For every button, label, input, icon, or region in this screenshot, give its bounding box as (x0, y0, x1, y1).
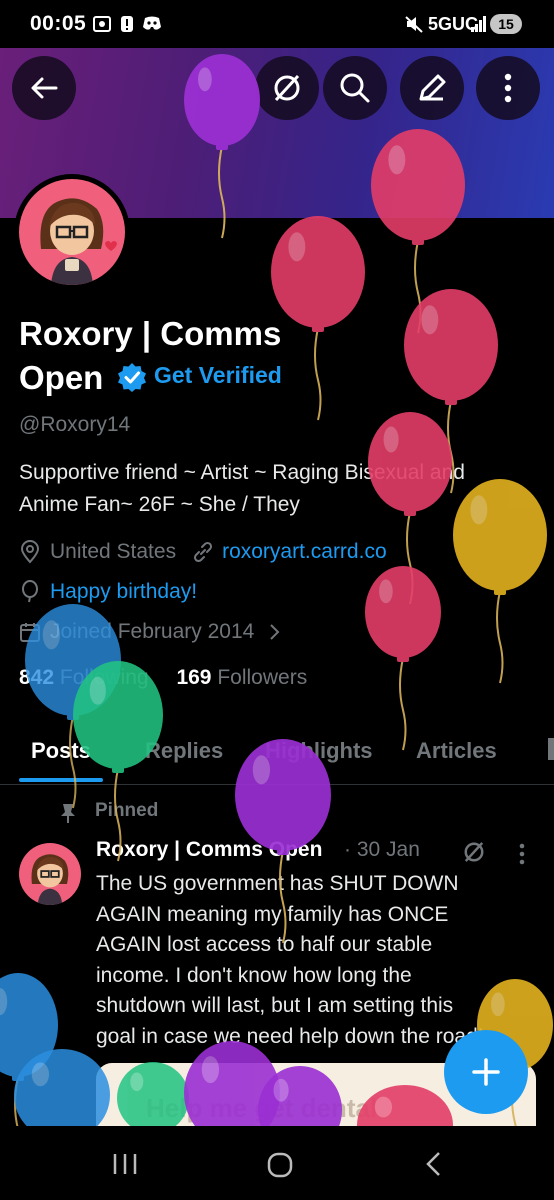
post-text: The US government has SHUT DOWN AGAIN me… (96, 869, 536, 1052)
post-text-line: AGAIN meaning my family has ONCE (96, 902, 449, 926)
battery-indicator: 15 (490, 14, 522, 34)
status-bar: 00:05 5GUC 15 (0, 0, 554, 48)
follow-counts: 842 Following 169 Followers (19, 666, 307, 690)
system-nav-bar (0, 1126, 554, 1200)
post-more-icon[interactable] (518, 843, 526, 865)
status-time: 00:05 (30, 12, 87, 35)
website-link[interactable]: roxoryart.carrd.co (222, 540, 387, 564)
post-author-avatar[interactable] (19, 843, 81, 905)
chevron-right-icon (270, 624, 280, 640)
no-sync-icon (274, 74, 300, 102)
compose-post-button[interactable] (444, 1030, 528, 1114)
tab-highlights[interactable]: Highlights (265, 738, 373, 764)
pin-icon (61, 804, 75, 823)
location-pin-icon (20, 540, 40, 564)
bio-line: Supportive friend ~ Artist ~ Raging Bise… (19, 461, 465, 484)
avatar-image (19, 179, 125, 285)
tab-articles[interactable]: Articles (416, 738, 497, 764)
display-name-line1: Roxory | Comms (19, 315, 282, 352)
edit-button[interactable] (400, 56, 464, 120)
post-text-line: income. I don't know how long the (96, 963, 412, 987)
followers-label: Followers (217, 666, 308, 689)
verified-badge-icon (118, 363, 146, 392)
post-text-line: The US government has SHUT DOWN (96, 872, 459, 895)
post-date[interactable]: · 30 Jan (344, 838, 420, 862)
recent-apps-icon[interactable] (112, 1152, 138, 1176)
following-count: 842 (19, 666, 55, 689)
screenshot-icon (92, 15, 112, 33)
user-handle: @Roxory14 (19, 413, 131, 436)
followers-link[interactable]: 169 Followers (176, 666, 307, 689)
back-button[interactable] (12, 56, 76, 120)
bio-line: Anime Fan~ 26F ~ She / They (19, 493, 300, 516)
joined-row[interactable]: Joined February 2014 (19, 620, 282, 644)
balloon-icon (22, 580, 38, 603)
discord-icon (142, 15, 162, 33)
get-verified-link[interactable]: Get Verified (154, 362, 282, 389)
back-nav-icon[interactable] (424, 1150, 442, 1178)
active-tab-indicator (19, 778, 103, 782)
profile-bio: Supportive friend ~ Artist ~ Raging Bise… (19, 457, 549, 521)
tab-overflow[interactable] (548, 738, 554, 760)
tab-replies[interactable]: Replies (145, 738, 223, 764)
followers-count: 169 (176, 666, 212, 689)
no-sync-button[interactable] (255, 56, 319, 120)
home-icon[interactable] (266, 1151, 294, 1179)
plus-icon (472, 1058, 500, 1086)
following-label: Following (59, 666, 149, 689)
edit-icon (419, 74, 446, 101)
search-icon (340, 73, 370, 103)
joined-text: Joined February 2014 (50, 620, 255, 643)
post-text-line: AGAIN lost access to half our stable (96, 933, 433, 956)
profile-tabs: Posts Replies Highlights Articles (0, 730, 554, 785)
pinned-label: Pinned (95, 800, 159, 821)
location-row: United States roxoryart.carrd.co (19, 540, 387, 564)
no-sync-icon[interactable] (460, 838, 488, 866)
post-author-name[interactable]: Roxory | Comms Open (96, 838, 322, 862)
birthday-text: Happy birthday! (50, 580, 198, 603)
link-icon (194, 541, 213, 563)
tab-posts[interactable]: Posts (31, 738, 91, 764)
signal-icon (470, 16, 488, 34)
card-title: Help me get dental (146, 1093, 378, 1123)
post-text-line: shutdown will last, but I am setting thi… (96, 994, 454, 1017)
more-button[interactable] (476, 56, 540, 120)
following-link[interactable]: 842 Following (19, 666, 149, 689)
location-text: United States (50, 540, 177, 563)
more-vertical-icon (504, 73, 512, 103)
search-button[interactable] (323, 56, 387, 120)
alert-icon (120, 15, 134, 33)
mute-icon (404, 15, 424, 33)
profile-avatar[interactable] (14, 174, 130, 290)
calendar-icon (20, 623, 40, 642)
arrow-left-icon (31, 77, 58, 99)
birthday-row: Happy birthday! (19, 580, 197, 604)
balloon-icon (365, 566, 441, 751)
